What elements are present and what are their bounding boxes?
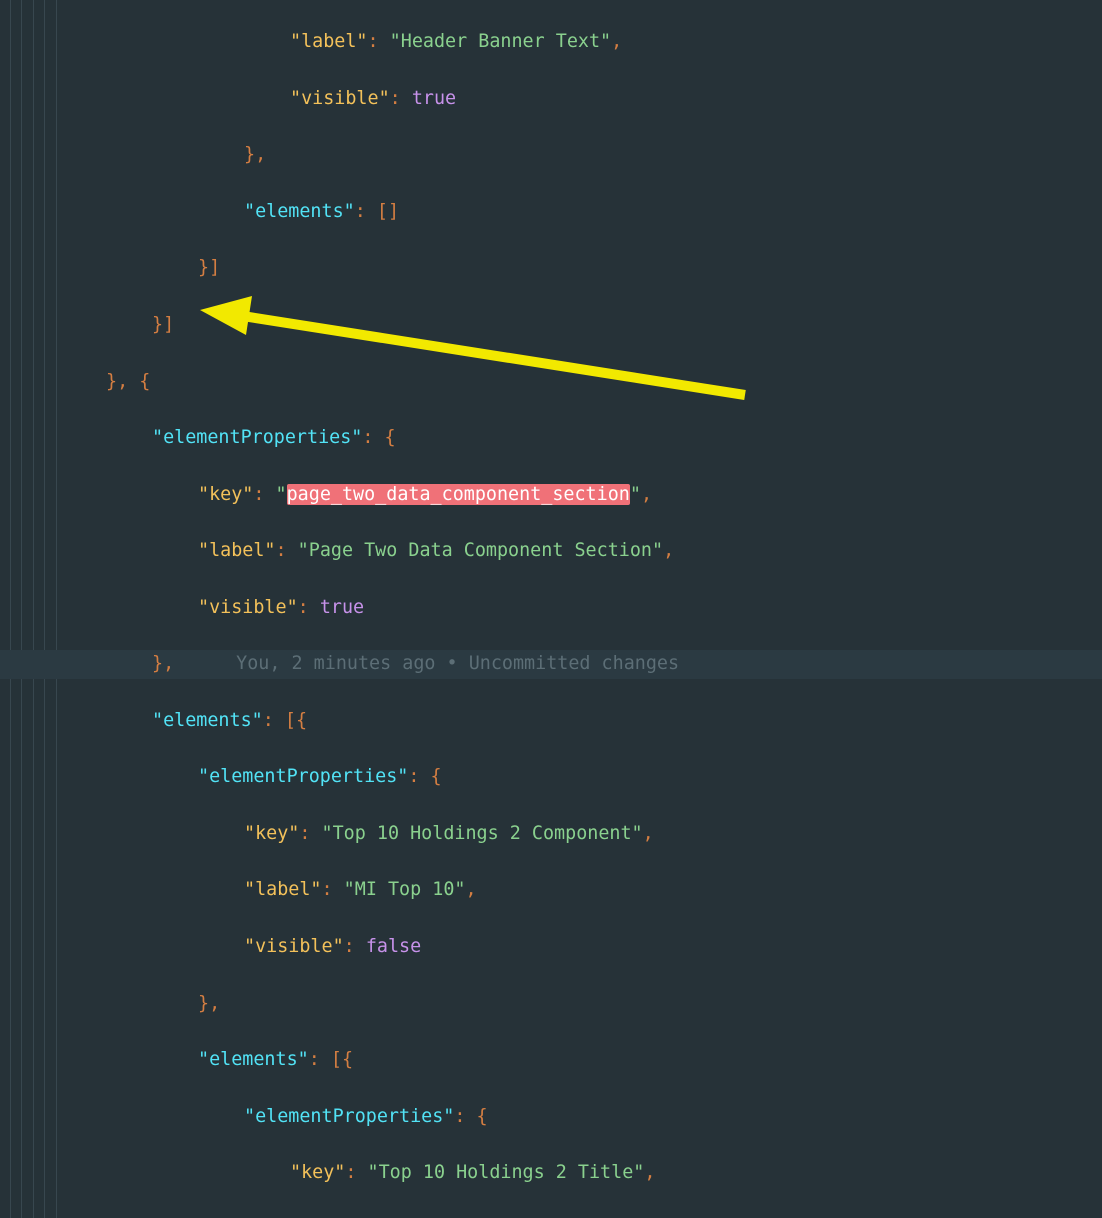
prop-elementProperties: "elementProperties" (152, 427, 362, 448)
code-line[interactable]: "visible": false (0, 933, 1102, 961)
code-editor[interactable]: "label": "Header Banner Text", "visible"… (0, 0, 1102, 1218)
prop-label: "label" (244, 879, 322, 900)
prop-elementProperties: "elementProperties" (198, 766, 408, 787)
git-blame-separator: • (435, 653, 468, 674)
code-line[interactable]: "visible": true (0, 594, 1102, 622)
bool-true: true (320, 597, 364, 618)
code-line[interactable]: "elementProperties": { (0, 763, 1102, 791)
code-line[interactable]: "visible": true (0, 85, 1102, 113)
prop-visible: "visible" (290, 88, 390, 109)
string-value: "Top 10 Holdings 2 Title" (368, 1162, 645, 1183)
git-blame-time: 2 minutes ago (292, 653, 436, 674)
string-value: "Header Banner Text" (390, 31, 611, 52)
code-line[interactable]: "elements": [{ (0, 707, 1102, 735)
prop-key: "key" (290, 1162, 345, 1183)
code-line[interactable]: "elements": [] (0, 198, 1102, 226)
prop-label: "label" (290, 31, 368, 52)
code-line[interactable]: }] (0, 254, 1102, 282)
string-value: "Page Two Data Component Section" (298, 540, 663, 561)
code-line[interactable]: "key": "Top 10 Holdings 2 Title", (0, 1159, 1102, 1187)
code-line[interactable]: "label": "MI Top 10", (0, 876, 1102, 904)
highlighted-search-match: page_two_data_component_section (287, 484, 630, 505)
prop-visible: "visible" (198, 597, 298, 618)
code-line[interactable]: "label": "Page Two Data Component Sectio… (0, 537, 1102, 565)
prop-elements: "elements" (244, 201, 355, 222)
bool-true: true (412, 88, 456, 109)
bracket-empty: [] (377, 201, 399, 222)
code-line-current[interactable]: },You, 2 minutes ago • Uncommitted chang… (0, 650, 1102, 678)
prop-key: "key" (244, 823, 299, 844)
git-blame-author: You (236, 653, 269, 674)
code-line[interactable]: }, { (0, 368, 1102, 396)
code-line[interactable]: "key": "page_two_data_component_section"… (0, 481, 1102, 509)
git-blame-status: Uncommitted changes (469, 653, 679, 674)
prop-visible: "visible" (244, 936, 344, 957)
prop-elements: "elements" (198, 1049, 309, 1070)
code-line[interactable]: }, (0, 141, 1102, 169)
prop-label: "label" (198, 540, 276, 561)
string-value: "MI Top 10" (344, 879, 466, 900)
code-line[interactable]: "elementProperties": { (0, 1103, 1102, 1131)
code-line[interactable]: "elements": [{ (0, 1046, 1102, 1074)
code-line[interactable]: }] (0, 311, 1102, 339)
bool-false: false (366, 936, 421, 957)
code-line[interactable]: "elementProperties": { (0, 424, 1102, 452)
code-line[interactable]: }, (0, 990, 1102, 1018)
code-line[interactable]: "label": "Header Banner Text", (0, 28, 1102, 56)
prop-elementProperties: "elementProperties" (244, 1106, 454, 1127)
string-value: "Top 10 Holdings 2 Component" (322, 823, 643, 844)
prop-elements: "elements" (152, 710, 263, 731)
code-line[interactable]: "key": "Top 10 Holdings 2 Component", (0, 820, 1102, 848)
prop-key: "key" (198, 484, 253, 505)
